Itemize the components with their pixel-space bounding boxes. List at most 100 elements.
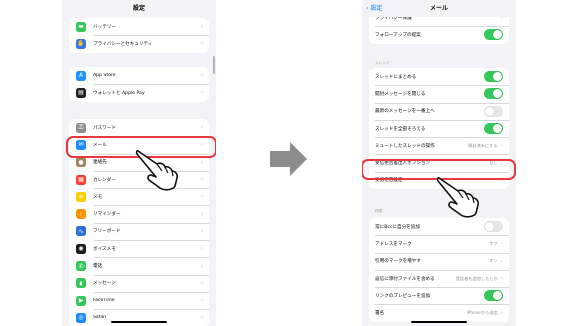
settings-row-label: フリーボード [93, 229, 121, 235]
settings-row[interactable]: 署名 iPhoneから送信 › [369, 304, 509, 321]
settings-row[interactable]: ▤ ウォレットと Apple Pay › [69, 84, 209, 101]
settings-row[interactable]: ◎ Safari › [69, 309, 209, 326]
back-label[interactable]: 設定 [370, 5, 382, 12]
settings-row-label: リマインダー [93, 212, 121, 218]
nav-bar: 設定 [62, 0, 216, 17]
voice-memo-icon: ◉ [76, 243, 86, 254]
chevron-right-icon: › [200, 176, 203, 184]
key-icon: ⚿ [76, 122, 86, 133]
setting-value: 受信者を追加したとき [455, 275, 498, 281]
toggle-switch[interactable] [484, 290, 503, 302]
home-indicator [111, 320, 167, 323]
settings-row-label: App Store [93, 73, 116, 79]
toggle-switch[interactable] [484, 105, 503, 117]
chevron-right-icon: › [200, 314, 203, 322]
chevron-right-icon: › [200, 279, 203, 287]
settings-row[interactable]: ⚿ パスワード › [69, 119, 209, 136]
reminders-icon: ⁝ [76, 209, 86, 220]
settings-row-label: FaceTime [93, 298, 115, 304]
settings-row[interactable]: ◖ メッセージ › [69, 274, 209, 292]
settings-row[interactable]: 開封メッセージを閉じる [369, 85, 509, 102]
mail-settings-screen: ‹ 設定 メール プライバシー保護 › フォローアップの提案 スレッド スレッドにま… [362, 0, 516, 326]
page-title: 設定 [132, 5, 145, 12]
facetime-icon: ▶ [76, 295, 86, 306]
toggle-switch[interactable] [484, 123, 503, 135]
settings-row[interactable]: ミュートしたスレッドの操作 開封済みにする › [369, 137, 509, 154]
settings-row[interactable]: スレッドにまとめる [369, 68, 509, 85]
settings-row-label: バッテリー [93, 24, 116, 30]
settings-row[interactable]: 引用のマークを増やす オン › [369, 252, 509, 270]
next-step-arrow-icon [270, 142, 307, 176]
phone-icon: ✆ [76, 261, 86, 272]
hand-privacy-icon: ✋ [76, 38, 86, 49]
settings-row-label: アドレスをマーク [375, 241, 412, 247]
settings-row-label: メッセージ [93, 281, 116, 287]
battery-icon: ▬ [76, 21, 86, 32]
toggle-switch[interactable] [484, 71, 503, 83]
chevron-right-icon: › [200, 262, 203, 270]
nav-bar: ‹ 設定 メール [362, 0, 516, 17]
back-button[interactable]: ‹ 設定 [366, 0, 382, 17]
settings-row-label: メモ [93, 194, 103, 200]
settings-row-label: 電話 [93, 264, 103, 270]
settings-row-label: スレッドを全部そろえる [375, 126, 426, 132]
settings-row[interactable]: ▬ バッテリー › [69, 18, 209, 35]
toggle-switch[interactable] [484, 88, 503, 100]
scrollbar[interactable] [213, 56, 215, 74]
settings-row[interactable]: A App Store › [69, 67, 209, 84]
chevron-right-icon: › [500, 240, 503, 248]
chevron-right-icon: › [200, 297, 203, 305]
settings-row[interactable]: リンクのプレビューを追加 [369, 287, 509, 304]
settings-row-label: 開封メッセージを閉じる [375, 91, 426, 97]
chevron-right-icon: › [200, 72, 203, 80]
settings-row-label: スレッドにまとめる [375, 74, 417, 80]
settings-row[interactable]: 常にBccに自分を追加 [369, 218, 509, 235]
chevron-right-icon: › [200, 193, 203, 201]
settings-row-label: フォローアップの提案 [375, 32, 421, 38]
chevron-right-icon: › [500, 257, 503, 265]
compose-section-header: 作成 [375, 209, 383, 213]
freeform-icon: ∿ [76, 226, 86, 237]
thread-section-header: スレッド [375, 61, 390, 65]
chevron-right-icon: › [200, 40, 203, 48]
toggle-switch[interactable] [484, 29, 503, 41]
chevron-right-icon: › [500, 142, 503, 150]
settings-row[interactable]: ◉ ボイスメモ › [69, 240, 209, 257]
setting-value: 開封済みにする [468, 142, 498, 148]
page-title: メール [429, 5, 448, 12]
chevron-right-icon: › [200, 23, 203, 31]
settings-row[interactable]: ✋ プライバシーとセキュリティ › [69, 35, 209, 52]
setting-value: オフ [489, 240, 498, 246]
setting-value: iPhoneから送信 [466, 310, 498, 316]
settings-row-label: 引用のマークを増やす [375, 259, 421, 265]
home-indicator [411, 320, 467, 323]
settings-row[interactable]: スレッドを全部そろえる [369, 119, 509, 137]
settings-row[interactable]: 返信に添付ファイルを含める 受信者を追加したとき › [369, 269, 509, 287]
chevron-right-icon: › [200, 158, 203, 166]
toggle-switch[interactable] [484, 221, 503, 233]
settings-row[interactable]: 最新のメッセージを一番上へ [369, 102, 509, 120]
settings-row[interactable]: フォローアップの提案 [369, 26, 509, 43]
settings-row[interactable]: ∿ フリーボード › [69, 222, 209, 240]
settings-row[interactable]: ✆ 電話 › [69, 257, 209, 274]
settings-row[interactable]: アドレスをマーク オフ › [369, 235, 509, 252]
chevron-right-icon: › [500, 309, 503, 317]
chevron-right-icon: › [200, 89, 203, 97]
calendar-icon: ▦ [76, 174, 86, 185]
settings-row-label: 常にBccに自分を追加 [375, 224, 420, 230]
settings-group-1: ▬ バッテリー › ✋ プライバシーとセキュリティ › [69, 18, 209, 53]
settings-group-2: A App Store › ▤ ウォレットと Apple Pay › [69, 67, 209, 102]
settings-row-label: ボイスメモ [93, 246, 116, 252]
settings-row-label: プライバシーとセキュリティ [93, 41, 153, 47]
settings-row-label: Safari [93, 315, 107, 321]
notes-icon: ≡ [76, 191, 86, 202]
chevron-right-icon: › [200, 124, 203, 132]
settings-row-label: ミュートしたスレッドの操作 [375, 143, 435, 149]
settings-row[interactable]: ⁝ リマインダー › [69, 205, 209, 222]
settings-row-label: 返信に添付ファイルを含める [375, 276, 435, 282]
chevron-right-icon: › [500, 275, 503, 283]
settings-row-label: リンクのプレビューを追加 [375, 293, 431, 299]
setting-value: オン [489, 258, 498, 264]
settings-row[interactable]: ▶ FaceTime › [69, 291, 209, 309]
safari-icon: ◎ [76, 312, 86, 323]
